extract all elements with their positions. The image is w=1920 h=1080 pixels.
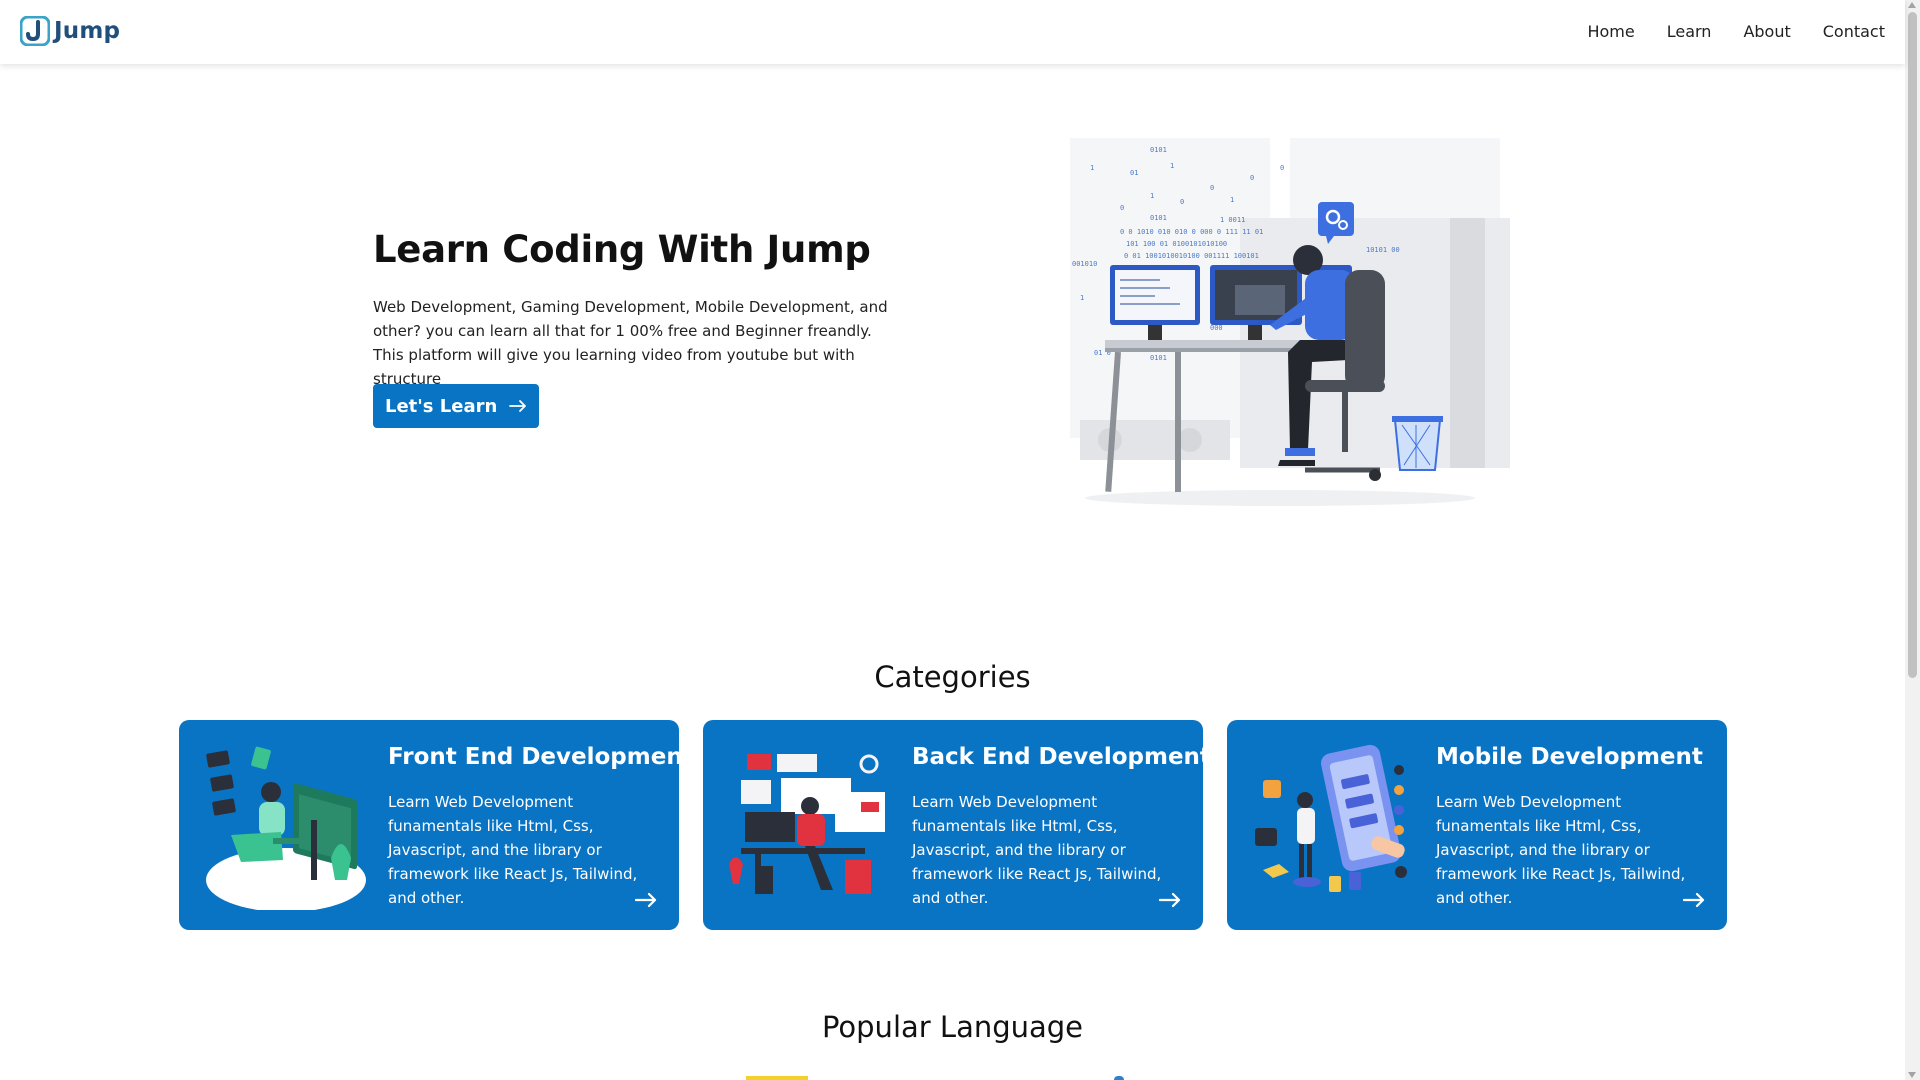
popular-language-title: Popular Language: [821, 1010, 1084, 1044]
brand-logo[interactable]: Jump: [20, 16, 120, 46]
svg-text:0101: 0101: [1150, 354, 1167, 362]
card-description: Learn Web Development funamentals like H…: [388, 793, 638, 907]
scroll-down-arrow-icon[interactable]: [1908, 1072, 1916, 1078]
page-scrollbar[interactable]: [1905, 0, 1920, 1080]
card-description: Learn Web Development funamentals like H…: [912, 793, 1162, 907]
svg-text:10101 00: 10101 00: [1366, 246, 1400, 254]
card-title: Mobile Development: [1436, 744, 1703, 770]
navbar: Jump Home Learn About Contact: [0, 0, 1905, 64]
categories-title: Categories: [874, 660, 1031, 694]
svg-text:1: 1: [1090, 164, 1094, 172]
category-card-backend[interactable]: Back End Development Learn Web Developme…: [703, 720, 1203, 930]
svg-text:0: 0: [1120, 204, 1124, 212]
mobile-illustration: [1255, 744, 1407, 892]
nav-learn-link[interactable]: Learn: [1667, 22, 1712, 41]
svg-text:1: 1: [1080, 294, 1084, 302]
svg-text:0: 0: [1210, 184, 1214, 192]
arrow-right-icon: [509, 400, 527, 412]
lets-learn-button[interactable]: Let's Learn: [373, 384, 540, 428]
nav-about-link[interactable]: About: [1743, 22, 1790, 41]
scrollbar-thumb[interactable]: [1908, 12, 1917, 678]
category-cards: Front End Development Learn Web Developm…: [179, 720, 1727, 930]
hero-title: Learn Coding With Jump: [373, 228, 871, 271]
language-icon-peek: [1114, 1076, 1124, 1080]
scroll-up-arrow-icon[interactable]: [1908, 2, 1916, 8]
category-card-mobile[interactable]: Mobile Development Learn Web Development…: [1227, 720, 1727, 930]
hero-description: Web Development, Gaming Development, Mob…: [373, 298, 888, 388]
svg-text:101 100 01 0100101010100: 101 100 01 0100101010100: [1126, 240, 1227, 248]
svg-text:1: 1: [1230, 196, 1234, 204]
svg-text:0 01 1001010010100 001111 1001: 0 01 1001010010100 001111 100101: [1124, 252, 1259, 260]
arrow-right-icon[interactable]: [1159, 892, 1181, 908]
developer-at-desk-illustration: 0101101 101 001 001010 0 1010 010 010 0 …: [1070, 138, 1510, 506]
svg-text:0: 0: [1280, 164, 1284, 172]
nav-links: Home Learn About Contact: [1587, 22, 1885, 41]
card-title: Back End Development: [912, 744, 1203, 770]
hero-text: Learn Coding With Jump Web Development, …: [373, 228, 893, 391]
svg-text:001010: 001010: [1072, 260, 1097, 268]
frontend-illustration: [206, 746, 366, 910]
nav-home-link[interactable]: Home: [1587, 22, 1634, 41]
svg-text:1: 1: [1150, 192, 1154, 200]
nav-contact-link[interactable]: Contact: [1823, 22, 1885, 41]
arrow-right-icon[interactable]: [1683, 892, 1705, 908]
svg-text:0: 0: [1250, 174, 1254, 182]
svg-text:0 0 1010 010 010 0 000 0 111 1: 0 0 1010 010 010 0 000 0 111 11 01: [1120, 228, 1263, 236]
category-card-frontend[interactable]: Front End Development Learn Web Developm…: [179, 720, 679, 930]
card-title: Front End Development: [388, 744, 679, 770]
svg-text:0101: 0101: [1150, 214, 1167, 222]
svg-text:01: 01: [1130, 169, 1138, 177]
lets-learn-label: Let's Learn: [385, 395, 498, 417]
svg-text:1 0011: 1 0011: [1220, 216, 1245, 224]
brand-name: Jump: [54, 18, 121, 44]
svg-text:1: 1: [1170, 162, 1174, 170]
svg-text:000: 000: [1210, 324, 1223, 332]
backend-illustration: [729, 754, 885, 894]
card-description: Learn Web Development funamentals like H…: [1436, 793, 1686, 907]
language-icon-peek: [746, 1076, 808, 1080]
arrow-right-icon[interactable]: [635, 892, 657, 908]
svg-text:0101: 0101: [1150, 146, 1167, 154]
svg-text:0: 0: [1180, 198, 1184, 206]
j-logo-icon: [20, 16, 50, 46]
